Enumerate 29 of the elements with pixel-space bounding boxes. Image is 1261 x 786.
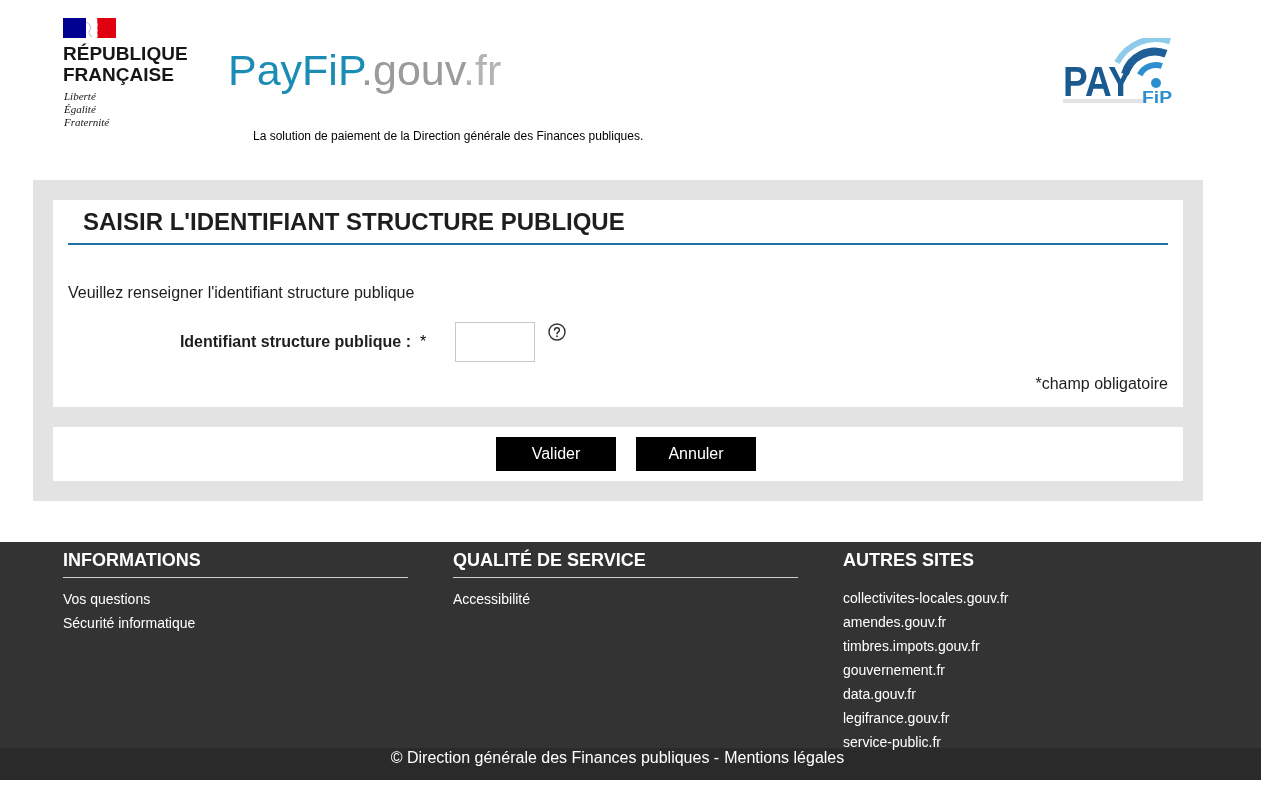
footer-link[interactable]: gouvernement.fr: [843, 662, 945, 678]
cancel-button[interactable]: Annuler: [636, 437, 756, 471]
motto: Liberté Égalité Fraternité: [63, 90, 111, 129]
footer-link[interactable]: data.gouv.fr: [843, 686, 916, 702]
page-title: SAISIR L'IDENTIFIANT STRUCTURE PUBLIQUE: [82, 208, 626, 236]
submit-button[interactable]: Valider: [496, 437, 616, 471]
legal-link[interactable]: Mentions légales: [724, 748, 845, 780]
footer-link[interactable]: legifrance.gouv.fr: [843, 710, 950, 726]
required-note: *champ obligatoire: [1034, 375, 1168, 393]
flag-icon: [63, 18, 116, 38]
site-wordmark: PayFiP.gouv.fr: [228, 49, 503, 92]
text-input[interactable]: [455, 322, 536, 362]
footer-heading: QUALITÉ DE SERVICE: [453, 549, 647, 571]
instruction-text: Veuillez renseigner l'identifiant structure publique: [68, 284, 416, 302]
footer-link[interactable]: Vos questions: [63, 591, 151, 607]
footer-heading: AUTRES SITES: [843, 549, 976, 571]
copyright-text: © Direction générale des Finances publiques -: [390, 748, 720, 768]
footer-link[interactable]: collectivites-locales.gouv.fr: [843, 590, 1009, 606]
footer-link[interactable]: service-public.fr: [843, 734, 942, 750]
footer-heading: INFORMATIONS: [63, 549, 202, 571]
republic-name: RÉPUBLIQUE FRANÇAISE: [63, 43, 189, 85]
footer-link[interactable]: amendes.gouv.fr: [843, 614, 947, 630]
help-icon[interactable]: [548, 323, 567, 341]
field-label: Identifiant structure publique :: [178, 333, 411, 351]
footer-link[interactable]: Sécurité informatique: [63, 615, 196, 631]
tagline: La solution de paiement de la Direction générale des Finances publiques.: [253, 129, 644, 143]
footer-link[interactable]: timbres.impots.gouv.fr: [843, 638, 980, 654]
footer-link[interactable]: Accessibilité: [453, 591, 531, 607]
required-asterisk: *: [420, 333, 427, 351]
